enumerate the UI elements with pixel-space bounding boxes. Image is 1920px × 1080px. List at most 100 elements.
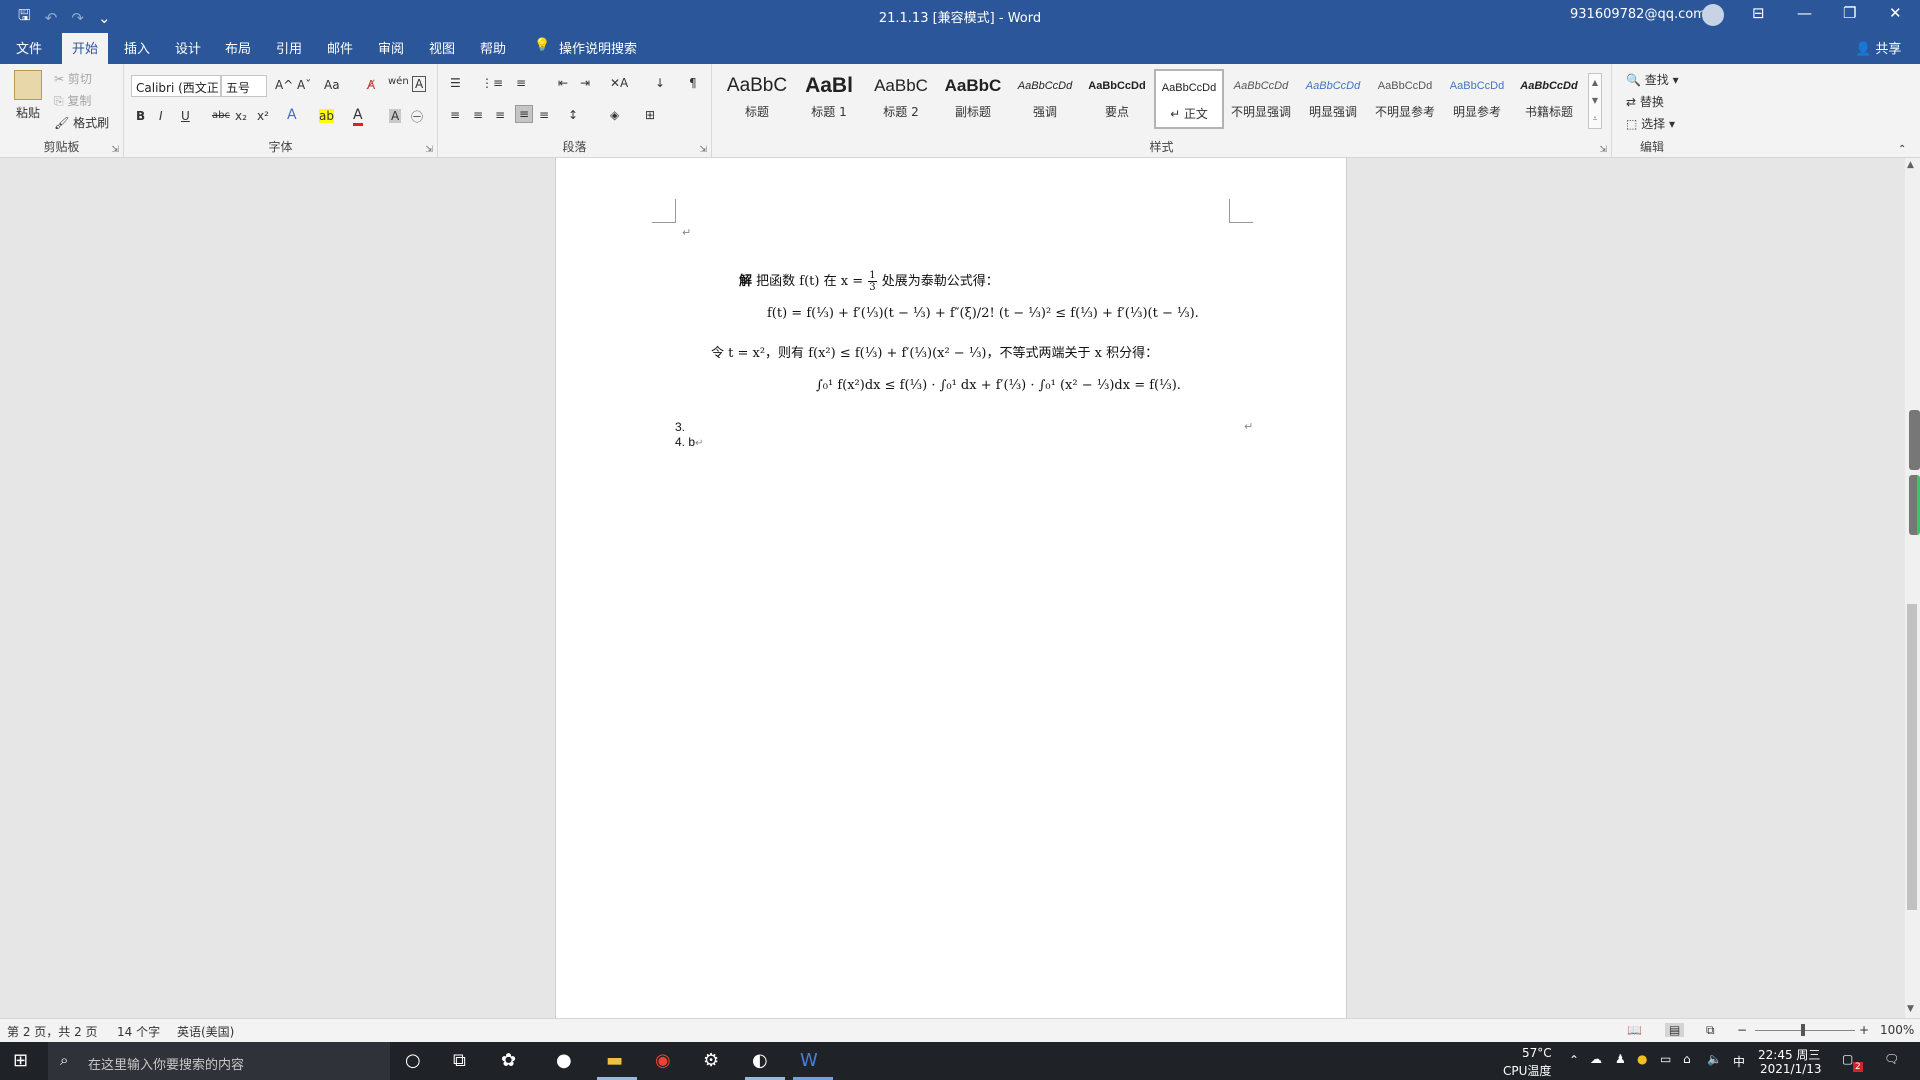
style-book-title[interactable]: AaBbCcDd 书籍标题 xyxy=(1514,69,1584,129)
scroll-down-icon[interactable]: ▼ xyxy=(1907,1004,1914,1014)
vertical-scrollbar[interactable]: ▲ ▼ xyxy=(1905,158,1920,1018)
qq-icon[interactable]: ♟ xyxy=(1615,1052,1626,1066)
replace-button[interactable]: ⇄ 替换 xyxy=(1626,93,1664,110)
style-normal[interactable]: AaBbCcDd ↵ 正文 xyxy=(1154,69,1224,129)
style-intense-emphasis[interactable]: AaBbCcDd 明显强调 xyxy=(1298,69,1368,129)
bold-button[interactable]: B xyxy=(136,109,145,123)
read-mode-icon[interactable]: 📖 xyxy=(1627,1023,1642,1037)
tab-home[interactable]: 开始 xyxy=(62,33,109,64)
italic-button[interactable]: I xyxy=(159,109,163,123)
style-strong[interactable]: AaBbCcDd 要点 xyxy=(1082,69,1152,129)
network-icon[interactable]: ⌂ xyxy=(1683,1052,1691,1066)
distributed-button[interactable]: ≡ xyxy=(539,108,549,122)
align-center-button[interactable]: ≡ xyxy=(473,108,483,122)
text-effects-button[interactable]: A xyxy=(287,107,297,123)
style-title[interactable]: AaBbC 标题 xyxy=(722,69,792,129)
onedrive-icon[interactable]: ☁ xyxy=(1590,1052,1602,1066)
multilevel-list-button[interactable]: ≡ xyxy=(516,76,526,90)
page-count[interactable]: 第 2 页，共 2 页 xyxy=(7,1023,98,1040)
borders-button[interactable]: ⊞ xyxy=(645,108,655,122)
copy-button[interactable]: ⎘ 复制 xyxy=(54,92,91,109)
format-painter-button[interactable]: 🖌 格式刷 xyxy=(54,114,109,131)
taskbar-search[interactable]: ⌕ 在这里输入你要搜索的内容 xyxy=(48,1042,390,1080)
settings-icon[interactable]: ⚙ xyxy=(703,1050,719,1071)
paste-button[interactable]: 粘贴 xyxy=(16,104,40,121)
tab-mailings[interactable]: 邮件 xyxy=(327,38,353,57)
share-button[interactable]: 👤 共享 xyxy=(1855,38,1901,57)
zoom-level[interactable]: 100% xyxy=(1880,1023,1914,1037)
document-page[interactable]: ↵ 解 把函数 f(t) 在 x = 13 处展为泰勒公式得： f(t) = f… xyxy=(555,158,1347,1018)
align-left-button[interactable]: ≡ xyxy=(450,108,460,122)
shading-button[interactable]: ◈ xyxy=(610,108,619,122)
chinese-layout-button[interactable]: ✕A xyxy=(610,76,628,90)
style-subtle-emphasis[interactable]: AaBbCcDd 不明显强调 xyxy=(1226,69,1296,129)
collapse-ribbon-icon[interactable]: ⌃ xyxy=(1898,144,1906,155)
tab-insert[interactable]: 插入 xyxy=(124,38,150,57)
ribbon-display-icon[interactable]: ⊟ xyxy=(1752,4,1765,22)
shrink-font-button[interactable]: Aˇ xyxy=(297,78,311,92)
language-status[interactable]: 英语(美国) xyxy=(177,1023,234,1040)
scrollbar-thumb[interactable] xyxy=(1907,604,1917,910)
font-size-select[interactable]: 五号 xyxy=(221,75,267,97)
word-icon[interactable]: W xyxy=(800,1050,818,1071)
justify-button[interactable]: ≡ xyxy=(515,105,534,123)
app-penguin-icon[interactable]: ◐ xyxy=(752,1050,768,1071)
side-widget-bottom[interactable] xyxy=(1909,475,1920,535)
numbering-button[interactable]: ⋮≡ xyxy=(481,76,503,90)
increase-indent-button[interactable]: ⇥ xyxy=(580,76,590,90)
close-button[interactable]: ✕ xyxy=(1889,4,1902,22)
side-widget-top[interactable] xyxy=(1909,410,1920,470)
style-heading-2[interactable]: AaBbC 标题 2 xyxy=(866,69,936,129)
chrome-icon[interactable]: ◉ xyxy=(655,1050,671,1071)
clock-time[interactable]: 22:45 周三 xyxy=(1758,1046,1820,1063)
style-emphasis[interactable]: AaBbCcDd 强调 xyxy=(1010,69,1080,129)
tab-design[interactable]: 设计 xyxy=(175,38,201,57)
avatar[interactable] xyxy=(1702,4,1724,26)
tab-help[interactable]: 帮助 xyxy=(480,38,506,57)
account-name[interactable]: 931609782@qq.com xyxy=(1570,7,1706,22)
volume-icon[interactable]: 🔈 xyxy=(1707,1052,1722,1066)
find-button[interactable]: 🔍 查找 ▾ xyxy=(1626,71,1679,88)
decrease-indent-button[interactable]: ⇤ xyxy=(558,76,568,90)
minimize-button[interactable]: — xyxy=(1797,4,1812,22)
sort-button[interactable]: ↓ xyxy=(655,76,665,90)
app-pinwheel-icon[interactable]: ✿ xyxy=(501,1050,516,1071)
tell-me-search[interactable]: 操作说明搜索 xyxy=(559,38,637,57)
subscript-button[interactable]: x₂ xyxy=(235,109,247,123)
cut-button[interactable]: ✂ 剪切 xyxy=(54,70,92,87)
tray-expand-icon[interactable]: ⌃ xyxy=(1569,1053,1579,1067)
style-subtle-reference[interactable]: AaBbCcDd 不明显参考 xyxy=(1370,69,1440,129)
styles-scroll[interactable]: ▲ ▼ ⩡ xyxy=(1588,73,1602,129)
web-layout-icon[interactable]: ⧉ xyxy=(1706,1023,1715,1038)
style-intense-reference[interactable]: AaBbCcDd 明显参考 xyxy=(1442,69,1512,129)
align-right-button[interactable]: ≡ xyxy=(495,108,505,122)
style-heading-1[interactable]: AaBl 标题 1 xyxy=(794,69,864,129)
char-border-button[interactable]: A xyxy=(412,76,427,92)
tray-app-icon[interactable]: ● xyxy=(1637,1052,1647,1066)
style-subtitle[interactable]: AaBbC 副标题 xyxy=(938,69,1008,129)
strikethrough-button[interactable]: abc xyxy=(212,110,230,121)
styles-launcher-icon[interactable]: ⇲ xyxy=(1599,145,1607,155)
bullets-button[interactable]: ☰ xyxy=(450,76,461,90)
clipboard-launcher-icon[interactable]: ⇲ xyxy=(111,145,119,155)
battery-icon[interactable]: ▭ xyxy=(1660,1052,1671,1066)
zoom-in-icon[interactable]: + xyxy=(1859,1023,1869,1037)
zoom-slider-knob[interactable] xyxy=(1801,1024,1805,1036)
enclose-char-button[interactable]: ㊀ xyxy=(411,108,423,125)
tab-view[interactable]: 视图 xyxy=(429,38,455,57)
change-case-button[interactable]: Aa xyxy=(324,78,340,92)
phonetic-guide-button[interactable]: wén xyxy=(388,76,409,87)
paragraph-launcher-icon[interactable]: ⇲ xyxy=(699,145,707,155)
file-explorer-icon[interactable]: ▬ xyxy=(606,1050,623,1071)
font-color-button[interactable]: A xyxy=(353,107,363,126)
select-button[interactable]: ⬚ 选择 ▾ xyxy=(1626,115,1675,132)
tab-layout[interactable]: 布局 xyxy=(225,38,251,57)
cpu-temp[interactable]: 57°C xyxy=(1522,1046,1552,1060)
line-spacing-button[interactable]: ↕ xyxy=(568,108,578,122)
action-center-icon[interactable]: 🗨 xyxy=(1884,1052,1899,1066)
char-shading-button[interactable]: A xyxy=(389,109,402,123)
cortana-icon[interactable]: ○ xyxy=(405,1050,421,1071)
notifications-icon[interactable]: ▢ xyxy=(1842,1052,1853,1066)
font-launcher-icon[interactable]: ⇲ xyxy=(425,145,433,155)
ime-indicator[interactable]: 中 xyxy=(1733,1053,1745,1070)
